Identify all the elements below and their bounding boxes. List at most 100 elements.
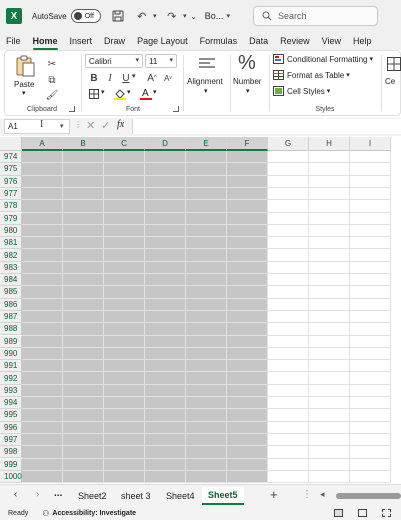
format-painter-icon[interactable]: 🖌: [45, 88, 59, 102]
row-header-991[interactable]: 991: [0, 360, 22, 373]
font-dialog-launcher-icon[interactable]: [173, 106, 179, 112]
insert-function-button[interactable]: fx: [117, 119, 124, 130]
row-header-992[interactable]: 992: [0, 372, 22, 385]
tab-review[interactable]: Review: [274, 32, 316, 50]
sheet-tab-sheet-3[interactable]: sheet 3: [115, 487, 157, 505]
row-header-994[interactable]: 994: [0, 397, 22, 410]
row-header-975[interactable]: 975: [0, 163, 22, 176]
formula-input[interactable]: [132, 119, 401, 134]
row-header-987[interactable]: 987: [0, 310, 22, 324]
row-header-995[interactable]: 995: [0, 409, 22, 422]
row-header-990[interactable]: 990: [0, 347, 22, 361]
file-name[interactable]: Bo...: [205, 11, 224, 21]
row-header-974[interactable]: 974: [0, 151, 22, 164]
column-header-f[interactable]: F: [227, 137, 268, 151]
copy-icon[interactable]: ⧉: [45, 73, 59, 87]
tab-draw[interactable]: Draw: [98, 32, 131, 50]
cancel-icon[interactable]: ✕: [86, 119, 95, 132]
row-header-993[interactable]: 993: [0, 384, 22, 397]
row-header-999[interactable]: 999: [0, 458, 22, 471]
tab-insert[interactable]: Insert: [64, 32, 99, 50]
row-header-985[interactable]: 985: [0, 286, 22, 299]
number-group[interactable]: % Number ▾: [232, 51, 268, 115]
tab-page-layout[interactable]: Page Layout: [131, 32, 194, 50]
conditional-formatting-button[interactable]: Conditional Formatting ▾: [273, 54, 373, 64]
fill-color-icon[interactable]: [113, 87, 127, 101]
name-box-dropdown-icon[interactable]: ▾: [60, 122, 64, 130]
row-header-986[interactable]: 986: [0, 298, 22, 311]
row-header-979[interactable]: 979: [0, 212, 22, 225]
row-header-983[interactable]: 983: [0, 261, 22, 274]
add-sheet-button[interactable]: +: [270, 487, 278, 502]
italic-button[interactable]: I: [103, 71, 117, 85]
font-color-icon[interactable]: A: [139, 86, 153, 100]
row-header-976[interactable]: 976: [0, 175, 22, 188]
column-header-e[interactable]: E: [186, 137, 227, 151]
more-sheets-button[interactable]: ...: [54, 488, 62, 499]
row-header-984[interactable]: 984: [0, 274, 22, 287]
font-size-select[interactable]: 11 ▾: [145, 54, 177, 68]
scroll-left-icon[interactable]: ‹: [14, 489, 17, 500]
fill-color-dropdown-icon[interactable]: ▾: [127, 88, 131, 96]
filename-dropdown-icon[interactable]: ▾: [223, 7, 233, 25]
undo-dropdown-icon[interactable]: ▾: [151, 7, 159, 25]
sheet-tab-sheet4[interactable]: Sheet4: [160, 487, 201, 505]
enter-icon[interactable]: ✓: [101, 119, 110, 132]
sheet-tab-sheet5[interactable]: Sheet5: [202, 487, 244, 505]
accessibility-status[interactable]: Accessibility: Investigate: [52, 510, 136, 517]
search-box[interactable]: Search: [253, 6, 378, 26]
scroll-right-icon[interactable]: ›: [36, 489, 39, 500]
sheet-tab-sheet2[interactable]: Sheet2: [72, 487, 113, 505]
column-header-c[interactable]: C: [104, 137, 145, 151]
column-header-h[interactable]: H: [309, 137, 350, 151]
column-header-d[interactable]: D: [145, 137, 186, 151]
row-header-989[interactable]: 989: [0, 335, 22, 348]
save-icon[interactable]: [109, 7, 127, 25]
underline-button[interactable]: U: [119, 71, 133, 85]
row-header-977[interactable]: 977: [0, 187, 22, 201]
row-header-978[interactable]: 978: [0, 200, 22, 213]
redo-dropdown-icon[interactable]: ▾: [181, 7, 189, 25]
column-header-i[interactable]: I: [350, 137, 391, 151]
row-header-996[interactable]: 996: [0, 421, 22, 434]
row-header-998[interactable]: 998: [0, 446, 22, 459]
row-header-980[interactable]: 980: [0, 224, 22, 238]
font-color-dropdown-icon[interactable]: ▾: [153, 88, 157, 96]
decrease-font-size-button[interactable]: Av: [161, 71, 175, 85]
select-all-button[interactable]: [0, 137, 22, 151]
row-header-997[interactable]: 997: [0, 433, 22, 447]
tab-help[interactable]: Help: [347, 32, 378, 50]
column-header-a[interactable]: A: [22, 137, 63, 151]
row-header-1000[interactable]: 1000: [0, 470, 22, 483]
page-break-view-icon[interactable]: [382, 509, 391, 517]
format-as-table-button[interactable]: Format as Table ▾: [273, 70, 350, 80]
paste-button[interactable]: Paste ▾: [11, 55, 39, 97]
undo-icon[interactable]: ↶: [133, 7, 151, 25]
clipboard-dialog-launcher-icon[interactable]: [69, 106, 75, 112]
horizontal-scrollbar-thumb[interactable]: [336, 493, 401, 499]
borders-icon[interactable]: [87, 87, 101, 101]
increase-font-size-button[interactable]: A ^: [145, 71, 159, 85]
autosave-toggle[interactable]: Off: [70, 9, 101, 23]
hscroll-left-icon[interactable]: ◂: [320, 489, 325, 500]
cells-group[interactable]: Ce: [383, 51, 401, 115]
alignment-group[interactable]: Alignment ▾: [185, 51, 229, 115]
tab-file[interactable]: File: [0, 32, 27, 50]
column-header-g[interactable]: G: [268, 137, 309, 151]
cut-icon[interactable]: ✂: [45, 57, 59, 71]
row-header-982[interactable]: 982: [0, 249, 22, 262]
tab-data[interactable]: Data: [243, 32, 274, 50]
cell-styles-button[interactable]: Cell Styles ▾: [273, 86, 330, 96]
column-header-b[interactable]: B: [63, 137, 104, 151]
tab-formulas[interactable]: Formulas: [194, 32, 244, 50]
page-layout-view-icon[interactable]: [358, 509, 367, 517]
redo-icon[interactable]: ↷: [163, 7, 181, 25]
underline-dropdown-icon[interactable]: ▾: [132, 72, 136, 80]
bold-button[interactable]: B: [87, 71, 101, 85]
row-header-981[interactable]: 981: [0, 237, 22, 250]
borders-dropdown-icon[interactable]: ▾: [101, 88, 105, 96]
font-name-select[interactable]: Calibri ▾: [85, 54, 143, 68]
row-header-988[interactable]: 988: [0, 323, 22, 336]
normal-view-icon[interactable]: [334, 509, 343, 517]
customize-toolbar-icon[interactable]: ⌄: [189, 7, 199, 25]
